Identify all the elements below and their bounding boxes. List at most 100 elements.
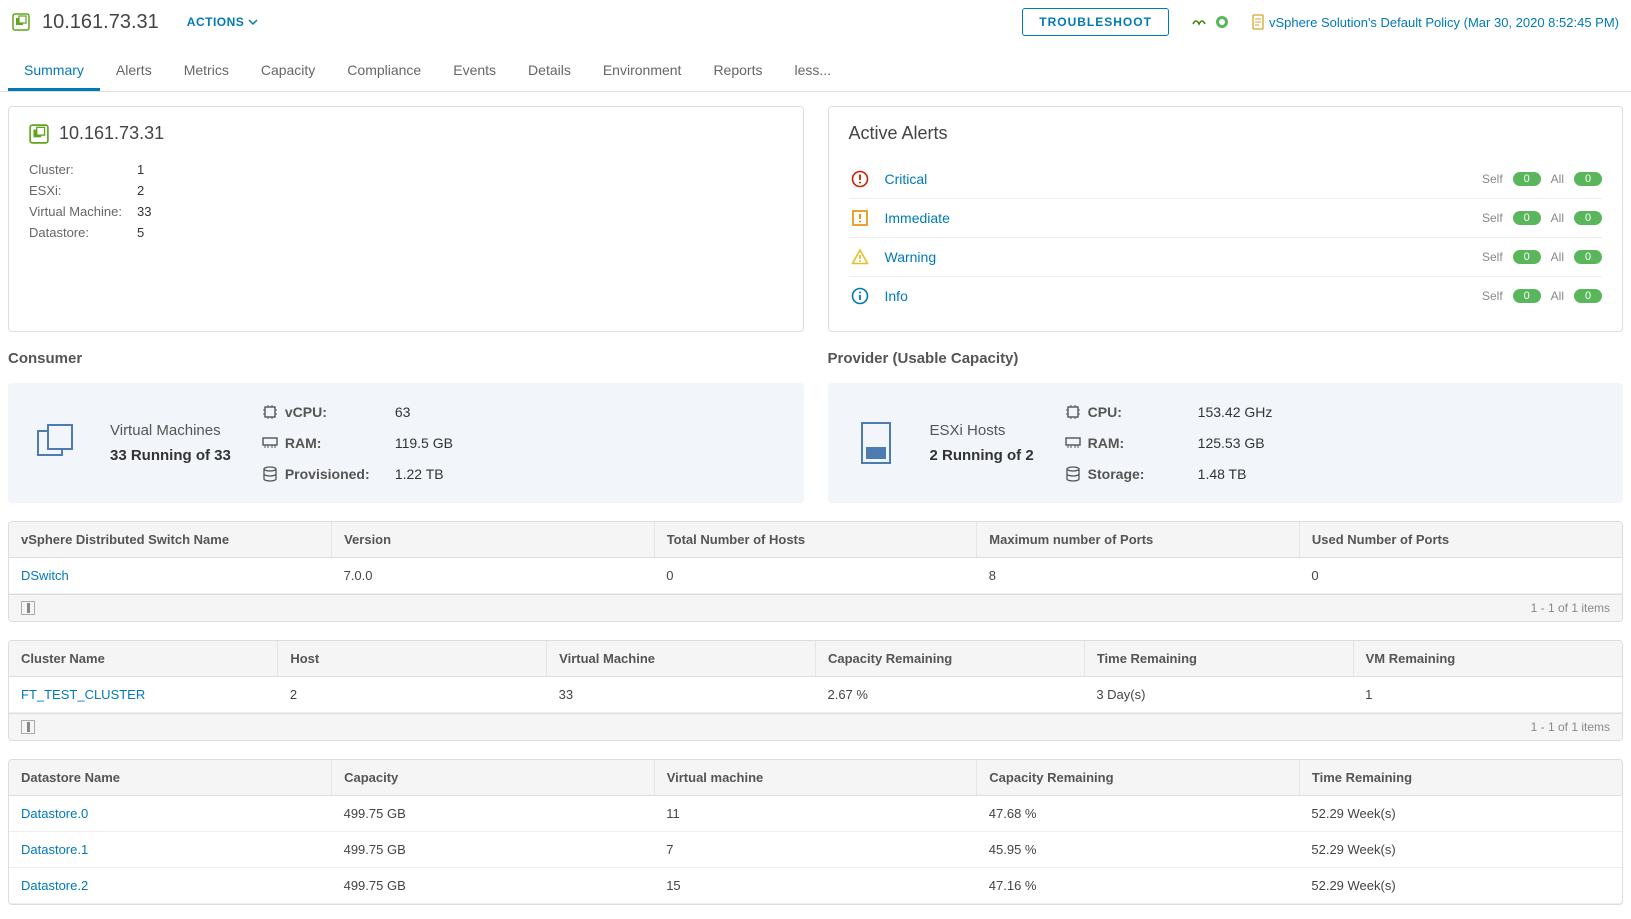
alert-row-critical: Critical Self 0 All 0 bbox=[849, 160, 1603, 198]
alert-all-count: 0 bbox=[1574, 172, 1602, 186]
table-link[interactable]: Datastore.1 bbox=[21, 842, 88, 857]
tab-summary[interactable]: Summary bbox=[8, 52, 100, 91]
consumer-running: 33 Running of 33 bbox=[110, 447, 231, 464]
metric-value: 125.53 GB bbox=[1198, 435, 1599, 451]
alerts-title: Active Alerts bbox=[849, 123, 1603, 144]
col-header[interactable]: Capacity Remaining bbox=[977, 760, 1300, 796]
vcenter-icon bbox=[12, 13, 30, 31]
chevron-down-icon bbox=[248, 17, 258, 27]
alert-row-info: Info Self 0 All 0 bbox=[849, 276, 1603, 315]
disk-icon bbox=[1064, 465, 1082, 483]
summary-ip: 10.161.73.31 bbox=[59, 123, 164, 144]
provider-title: Provider (Usable Capacity) bbox=[828, 350, 1624, 367]
metric-value: 1.48 TB bbox=[1198, 466, 1599, 482]
metric-label: RAM: bbox=[285, 435, 395, 451]
tab-events[interactable]: Events bbox=[437, 52, 512, 91]
consumer-title: Consumer bbox=[8, 350, 804, 367]
metric-label: Provisioned: bbox=[285, 466, 395, 482]
col-header[interactable]: Capacity Remaining bbox=[815, 641, 1084, 677]
status-icons bbox=[1191, 14, 1229, 30]
col-header[interactable]: VM Remaining bbox=[1353, 641, 1622, 677]
table-link[interactable]: FT_TEST_CLUSTER bbox=[21, 687, 145, 702]
table-row: Datastore.0499.75 GB1147.68 %52.29 Week(… bbox=[9, 796, 1622, 832]
consumer-panel: Virtual Machines 33 Running of 33 vCPU:6… bbox=[8, 383, 804, 503]
troubleshoot-button[interactable]: TROUBLESHOOT bbox=[1022, 8, 1169, 36]
ram-icon bbox=[1064, 436, 1082, 450]
alert-link-immediate[interactable]: Immediate bbox=[885, 210, 1482, 226]
switch-table: vSphere Distributed Switch NameVersionTo… bbox=[8, 521, 1623, 622]
col-header[interactable]: Host bbox=[278, 641, 547, 677]
table-pagination: 1 - 1 of 1 items bbox=[1531, 601, 1610, 615]
alert-link-info[interactable]: Info bbox=[885, 288, 1482, 304]
immediate-icon bbox=[849, 209, 871, 227]
table-row: Datastore.1499.75 GB745.95 %52.29 Week(s… bbox=[9, 832, 1622, 868]
col-header[interactable]: Capacity bbox=[332, 760, 655, 796]
alert-all-count: 0 bbox=[1574, 211, 1602, 225]
tab-alerts[interactable]: Alerts bbox=[100, 52, 168, 91]
alert-self-count: 0 bbox=[1513, 289, 1541, 303]
datastore-table: Datastore NameCapacityVirtual machineCap… bbox=[8, 759, 1623, 905]
vcenter-icon bbox=[29, 124, 49, 144]
tab-metrics[interactable]: Metrics bbox=[168, 52, 245, 91]
page-header: 10.161.73.31 ACTIONS TROUBLESHOOT vSpher… bbox=[0, 0, 1631, 44]
col-header[interactable]: Used Number of Ports bbox=[1299, 522, 1622, 558]
provider-running: 2 Running of 2 bbox=[930, 447, 1034, 464]
info-icon bbox=[849, 287, 871, 305]
metric-label: CPU: bbox=[1088, 404, 1198, 420]
summary-panel: 10.161.73.31 Cluster:1ESXi:2Virtual Mach… bbox=[8, 106, 804, 332]
table-link[interactable]: Datastore.2 bbox=[21, 878, 88, 893]
policy-link[interactable]: vSphere Solution's Default Policy (Mar 3… bbox=[1251, 14, 1619, 30]
tab-less[interactable]: less... bbox=[778, 52, 847, 91]
warning-icon bbox=[849, 248, 871, 266]
col-header[interactable]: Maximum number of Ports bbox=[977, 522, 1300, 558]
col-header[interactable]: Total Number of Hosts bbox=[654, 522, 977, 558]
table-row: DSwitch7.0.0080 bbox=[9, 558, 1622, 594]
provider-label: ESXi Hosts bbox=[930, 422, 1034, 439]
summary-prop: ESXi:2 bbox=[29, 183, 783, 198]
metric-value: 1.22 TB bbox=[395, 466, 780, 482]
metric-label: vCPU: bbox=[285, 404, 395, 420]
vm-icon bbox=[32, 419, 80, 467]
actions-dropdown[interactable]: ACTIONS bbox=[187, 15, 259, 29]
alert-link-warning[interactable]: Warning bbox=[885, 249, 1482, 265]
col-header[interactable]: Time Remaining bbox=[1299, 760, 1622, 796]
tabs: SummaryAlertsMetricsCapacityComplianceEv… bbox=[0, 52, 1631, 92]
page-title: 10.161.73.31 bbox=[42, 11, 159, 34]
col-header[interactable]: Datastore Name bbox=[9, 760, 332, 796]
status-ok-icon bbox=[1215, 15, 1229, 29]
col-header[interactable]: Virtual machine bbox=[654, 760, 977, 796]
ram-icon bbox=[261, 436, 279, 450]
alert-row-immediate: Immediate Self 0 All 0 bbox=[849, 198, 1603, 237]
tab-details[interactable]: Details bbox=[512, 52, 587, 91]
provider-panel: ESXi Hosts 2 Running of 2 CPU:153.42 GHz… bbox=[828, 383, 1624, 503]
alerts-panel: Active Alerts Critical Self 0 All 0 Imme… bbox=[828, 106, 1624, 332]
tab-compliance[interactable]: Compliance bbox=[331, 52, 437, 91]
alert-link-critical[interactable]: Critical bbox=[885, 171, 1482, 187]
tab-reports[interactable]: Reports bbox=[697, 52, 778, 91]
alert-self-count: 0 bbox=[1513, 211, 1541, 225]
tab-capacity[interactable]: Capacity bbox=[245, 52, 331, 91]
col-header[interactable]: Version bbox=[332, 522, 655, 558]
col-header[interactable]: Virtual Machine bbox=[547, 641, 816, 677]
column-toggle-icon[interactable] bbox=[21, 720, 35, 734]
alert-all-count: 0 bbox=[1574, 289, 1602, 303]
consumer-label: Virtual Machines bbox=[110, 422, 231, 439]
collecting-icon bbox=[1191, 14, 1207, 30]
alert-self-count: 0 bbox=[1513, 172, 1541, 186]
cpu-icon bbox=[1064, 403, 1082, 421]
metric-value: 153.42 GHz bbox=[1198, 404, 1599, 420]
col-header[interactable]: Cluster Name bbox=[9, 641, 278, 677]
table-link[interactable]: Datastore.0 bbox=[21, 806, 88, 821]
tab-environment[interactable]: Environment bbox=[587, 52, 698, 91]
host-icon bbox=[852, 419, 900, 467]
metric-label: RAM: bbox=[1088, 435, 1198, 451]
table-link[interactable]: DSwitch bbox=[21, 568, 69, 583]
summary-prop: Datastore:5 bbox=[29, 225, 783, 240]
col-header[interactable]: Time Remaining bbox=[1084, 641, 1353, 677]
metric-label: Storage: bbox=[1088, 466, 1198, 482]
column-toggle-icon[interactable] bbox=[21, 601, 35, 615]
col-header[interactable]: vSphere Distributed Switch Name bbox=[9, 522, 332, 558]
metric-value: 119.5 GB bbox=[395, 435, 780, 451]
table-row: FT_TEST_CLUSTER2332.67 %3 Day(s)1 bbox=[9, 677, 1622, 713]
summary-prop: Virtual Machine:33 bbox=[29, 204, 783, 219]
